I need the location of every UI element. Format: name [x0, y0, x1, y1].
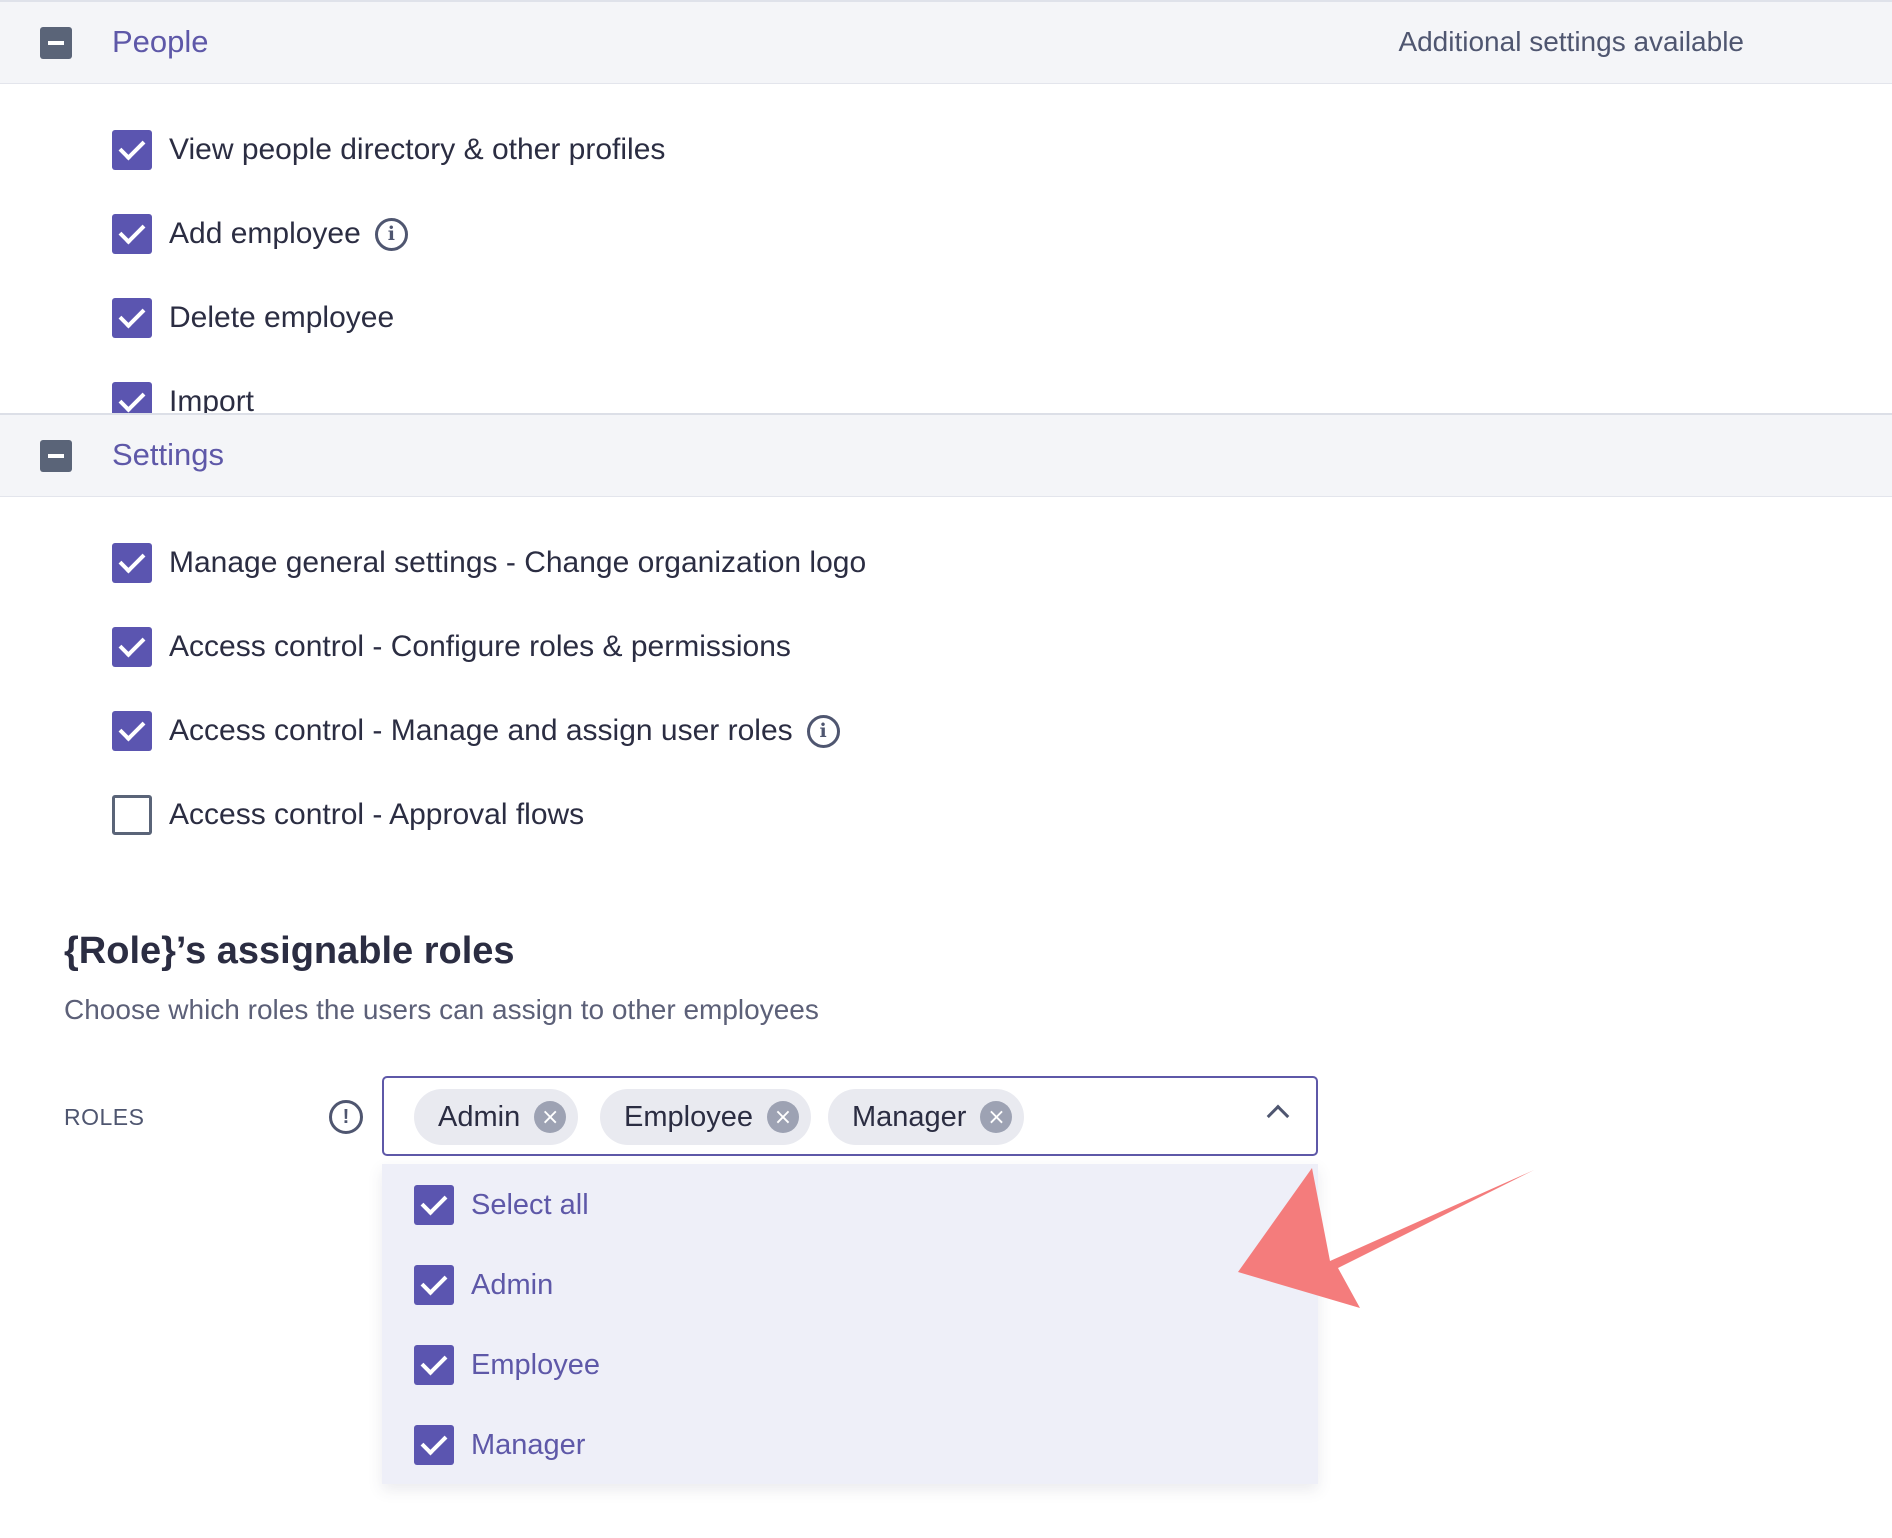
arrow-annotation-icon	[1238, 1168, 1534, 1308]
